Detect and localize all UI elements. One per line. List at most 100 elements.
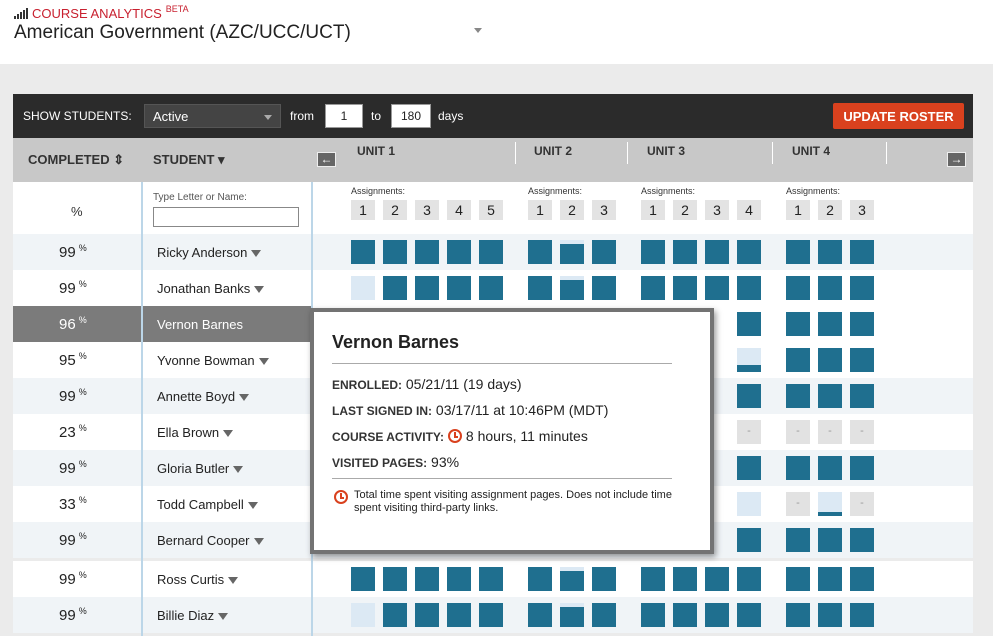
assignment-cell[interactable] [737,456,761,480]
table-row[interactable]: 99% Jonathan Banks [13,270,973,306]
student-filter-select[interactable]: Active [144,104,281,128]
assignment-cell[interactable] [528,276,552,300]
assignment-u1-1[interactable]: 1 [351,200,375,220]
assignment-cell[interactable] [415,603,439,627]
assignment-cell[interactable] [818,603,842,627]
table-row[interactable]: 99% Ross Curtis [13,561,973,597]
assignment-cell[interactable] [383,567,407,591]
assignment-cell[interactable] [737,567,761,591]
student-name[interactable]: Ross Curtis [157,572,239,587]
assignment-cell[interactable] [786,456,810,480]
assignment-cell[interactable] [850,603,874,627]
assignment-u2-3[interactable]: 3 [592,200,616,220]
completed-column-sort[interactable]: COMPLETED ⇕ [28,152,124,168]
assignment-cell[interactable] [641,240,665,264]
assignment-cell[interactable] [818,567,842,591]
assignment-cell[interactable] [351,276,375,300]
assignment-cell[interactable] [351,603,375,627]
student-name[interactable]: Annette Boyd [157,389,250,404]
assignment-cell[interactable] [560,276,584,300]
assignment-cell[interactable] [737,240,761,264]
assignment-cell[interactable] [786,348,810,372]
assignment-cell[interactable] [850,456,874,480]
assignment-cell[interactable] [850,240,874,264]
student-name[interactable]: Bernard Cooper [157,533,264,548]
update-roster-button[interactable]: UPDATE ROSTER [833,103,964,129]
assignment-u4-3[interactable]: 3 [850,200,874,220]
assignment-cell[interactable] [351,567,375,591]
assignment-cell[interactable] [415,240,439,264]
assignment-cell[interactable] [818,240,842,264]
student-name[interactable]: Ella Brown [157,425,234,440]
student-name[interactable]: Todd Campbell [157,497,258,512]
assignment-u3-2[interactable]: 2 [673,200,697,220]
assignment-cell[interactable] [737,384,761,408]
assignment-cell[interactable] [479,603,503,627]
chevron-down-icon[interactable] [474,28,482,33]
assignment-cell[interactable] [850,312,874,336]
assignment-cell[interactable] [850,348,874,372]
assignment-cell[interactable] [818,456,842,480]
assignment-cell[interactable] [786,567,810,591]
assignment-cell[interactable] [479,240,503,264]
assignment-u4-2[interactable]: 2 [818,200,842,220]
assignment-cell[interactable] [528,567,552,591]
scroll-left-arrow-icon[interactable]: ← [317,152,336,167]
assignment-cell[interactable] [786,384,810,408]
assignment-cell[interactable] [592,567,616,591]
assignment-cell[interactable] [737,603,761,627]
assignment-cell[interactable] [447,603,471,627]
assignment-cell[interactable] [850,276,874,300]
assignment-cell[interactable] [479,276,503,300]
assignment-cell[interactable] [592,603,616,627]
assignment-cell[interactable] [705,240,729,264]
assignment-cell[interactable] [737,276,761,300]
assignment-cell[interactable] [786,276,810,300]
assignment-cell[interactable] [673,567,697,591]
assignment-cell[interactable] [818,276,842,300]
assignment-cell[interactable] [818,312,842,336]
assignment-cell[interactable] [641,276,665,300]
assignment-cell[interactable] [415,276,439,300]
assignment-cell[interactable] [673,240,697,264]
student-column-sort[interactable]: STUDENT ▾ [153,152,225,168]
assignment-cell[interactable] [641,603,665,627]
assignment-cell[interactable] [641,567,665,591]
assignment-cell[interactable] [850,567,874,591]
assignment-cell[interactable] [383,240,407,264]
student-name[interactable]: Ricky Anderson [157,245,262,260]
assignment-cell[interactable] [528,240,552,264]
assignment-u3-4[interactable]: 4 [737,200,761,220]
assignment-u3-3[interactable]: 3 [705,200,729,220]
assignment-u2-1[interactable]: 1 [528,200,552,220]
assignment-u1-2[interactable]: 2 [383,200,407,220]
assignment-cell[interactable] [673,603,697,627]
assignment-cell[interactable] [560,603,584,627]
assignment-cell[interactable] [673,276,697,300]
to-days-input[interactable]: 180 [391,104,431,128]
assignment-cell-empty[interactable]: - [737,420,761,444]
assignment-cell[interactable] [737,348,761,372]
student-name[interactable]: Jonathan Banks [157,281,265,296]
assignment-cell-empty[interactable]: - [786,492,810,516]
assignment-cell[interactable] [737,312,761,336]
assignment-cell[interactable] [705,276,729,300]
assignment-cell-empty[interactable]: - [850,420,874,444]
assignment-cell[interactable] [818,384,842,408]
student-name[interactable]: Gloria Butler [157,461,244,476]
table-row[interactable]: 99% Billie Diaz [13,597,973,633]
assignment-cell[interactable] [479,567,503,591]
assignment-cell[interactable] [447,240,471,264]
assignment-u4-1[interactable]: 1 [786,200,810,220]
assignment-cell[interactable] [383,603,407,627]
assignment-cell[interactable] [592,240,616,264]
assignment-u1-3[interactable]: 3 [415,200,439,220]
assignment-cell[interactable] [528,603,552,627]
assignment-cell[interactable] [705,603,729,627]
assignment-cell[interactable] [786,240,810,264]
assignment-cell[interactable] [737,528,761,552]
assignment-cell[interactable] [592,276,616,300]
assignment-cell[interactable] [560,567,584,591]
assignment-cell[interactable] [850,384,874,408]
assignment-cell[interactable] [447,567,471,591]
